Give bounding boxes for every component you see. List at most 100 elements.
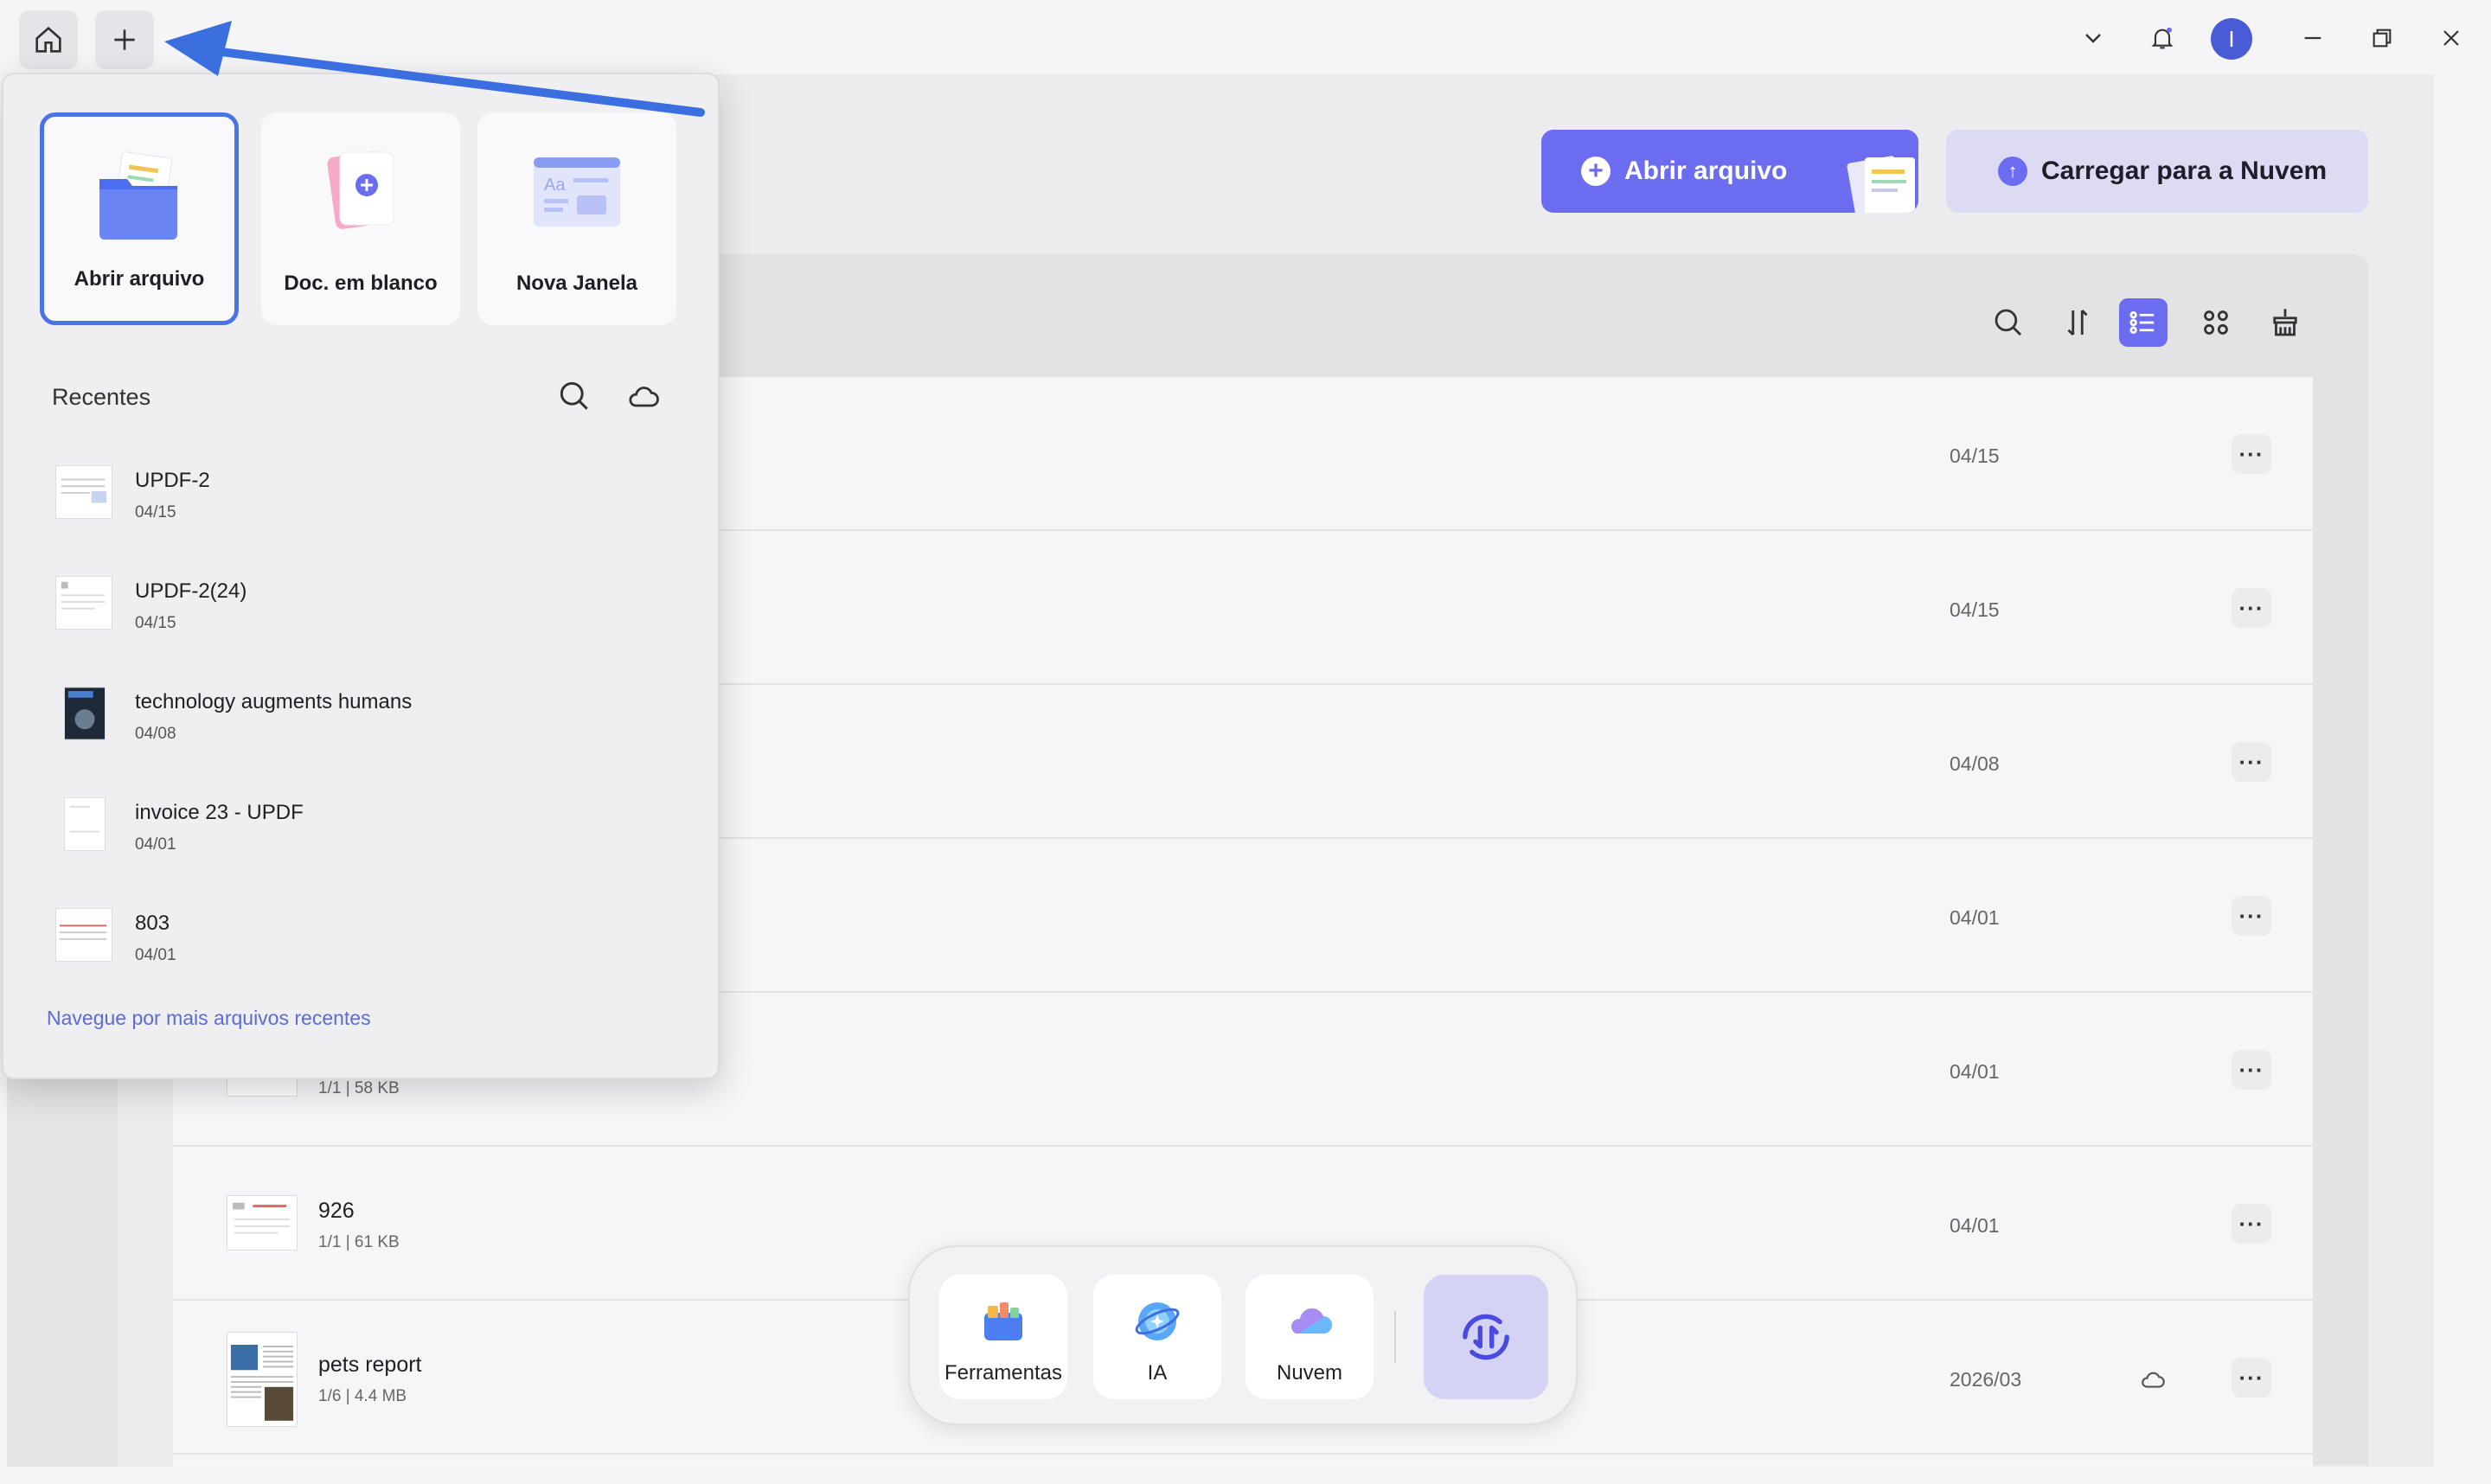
sort-button[interactable] [2053, 298, 2102, 347]
cloud-icon[interactable] [624, 377, 663, 415]
recent-date: 04/08 [135, 725, 176, 743]
blank-doc-card[interactable]: Doc. em blanco [261, 112, 460, 325]
list-view-button[interactable] [2119, 298, 2168, 347]
file-thumbnail [227, 1195, 298, 1251]
tools-label: Ferramentas [944, 1361, 1063, 1385]
ai-icon [1135, 1302, 1180, 1340]
recent-date: 04/15 [135, 614, 176, 632]
recent-title: Recentes [52, 384, 151, 410]
list-view-icon [2129, 311, 2155, 334]
recent-date: 04/15 [135, 503, 176, 521]
grid-view-icon [2204, 310, 2228, 335]
convert-button[interactable] [1424, 1275, 1548, 1399]
ai-label: IA [1147, 1361, 1168, 1385]
recent-thumbnail [64, 687, 106, 740]
file-date: 04/08 [1950, 752, 2000, 775]
more-options-button[interactable]: ··· [2232, 588, 2271, 628]
home-icon [35, 26, 61, 53]
dock-divider [1394, 1311, 1396, 1363]
browse-more-link[interactable]: Navegue por mais arquivos recentes [47, 1007, 371, 1030]
file-name: pets report [318, 1353, 422, 1377]
bell-icon [2151, 27, 2174, 49]
cloud-dock-button[interactable]: Nuvem [1246, 1275, 1374, 1399]
recent-name: 803 [135, 912, 170, 935]
cloud-icon [2142, 1372, 2165, 1388]
upload-cloud-label: Carregar para a Nuvem [2041, 157, 2328, 185]
dropdown-button[interactable] [2074, 19, 2112, 57]
svg-text:Aa: Aa [544, 176, 566, 195]
notification-button[interactable] [2143, 19, 2181, 57]
recent-name: UPDF-2 [135, 469, 210, 492]
open-file-card[interactable]: Abrir arquivo [40, 112, 239, 325]
plus-icon [114, 29, 135, 50]
more-options-button[interactable]: ··· [2232, 1204, 2271, 1244]
more-options-button[interactable]: ··· [2232, 742, 2271, 782]
file-meta: 1/1 | 61 KB [318, 1233, 400, 1251]
close-button[interactable] [2432, 19, 2470, 57]
file-date: 04/01 [1950, 1060, 2000, 1083]
toolbox-icon [984, 1302, 1022, 1340]
documents-icon [1847, 156, 1915, 213]
more-options-button[interactable]: ··· [2232, 1358, 2271, 1398]
new-window-card[interactable]: Aa Nova Janela [477, 112, 676, 325]
broom-icon [2273, 309, 2297, 336]
open-file-card-label: Abrir arquivo [74, 267, 205, 291]
sort-icon [2067, 310, 2088, 336]
recent-date: 04/01 [135, 835, 176, 854]
folder-icon [99, 151, 177, 240]
file-date: 2026/03 [1950, 1368, 2022, 1391]
clean-button[interactable] [2261, 298, 2309, 347]
file-date: 04/15 [1950, 598, 2000, 621]
open-file-button[interactable]: + Abrir arquivo [1541, 130, 1918, 213]
window-icon: Aa [534, 157, 620, 227]
recent-thumbnail [64, 797, 106, 851]
title-bar: I [0, 0, 2491, 74]
file-meta: 1/1 | 58 KB [318, 1079, 400, 1097]
grid-view-button[interactable] [2192, 298, 2240, 347]
minimize-icon [2304, 36, 2321, 40]
more-options-button[interactable]: ··· [2232, 1050, 2271, 1090]
recent-name: UPDF-2(24) [135, 579, 247, 603]
open-file-label: Abrir arquivo [1624, 157, 1788, 185]
recent-item[interactable]: invoice 23 - UPDF 04/01 [55, 797, 678, 892]
search-icon[interactable] [555, 377, 593, 415]
recent-item[interactable]: technology augments humans 04/08 [55, 687, 678, 782]
ai-button[interactable]: IA [1093, 1275, 1221, 1399]
recent-thumbnail [55, 908, 112, 962]
minimize-button[interactable] [2294, 19, 2332, 57]
recent-name: invoice 23 - UPDF [135, 801, 304, 824]
recent-item[interactable]: UPDF-2(24) 04/15 [55, 576, 678, 671]
recent-name: technology augments humans [135, 690, 413, 713]
avatar[interactable]: I [2211, 18, 2252, 60]
plus-circle-icon: + [1581, 157, 1611, 186]
more-options-button[interactable]: ··· [2232, 896, 2271, 936]
cloud-label: Nuvem [1276, 1361, 1343, 1385]
new-tab-button[interactable] [95, 10, 154, 69]
upload-icon: ↑ [1998, 157, 2027, 186]
new-window-card-label: Nova Janela [515, 272, 638, 295]
chevron-down-icon [2085, 34, 2101, 43]
bottom-dock: Ferramentas IA Nuvem [908, 1245, 1578, 1425]
cloud-icon [1291, 1308, 1333, 1334]
blank-document-icon [327, 151, 394, 229]
tools-button[interactable]: Ferramentas [939, 1275, 1067, 1399]
file-meta: 1/6 | 4.4 MB [318, 1387, 407, 1405]
search-button[interactable] [1984, 298, 2033, 347]
restore-button[interactable] [2363, 19, 2401, 57]
file-name: 926 [318, 1199, 355, 1223]
convert-icon [1463, 1314, 1509, 1360]
upload-cloud-button[interactable]: ↑ Carregar para a Nuvem [1946, 130, 2368, 213]
file-date: 04/15 [1950, 445, 2000, 467]
home-button[interactable] [19, 10, 78, 69]
restore-icon [2373, 29, 2392, 48]
more-options-button[interactable]: ··· [2232, 434, 2271, 474]
recent-item[interactable]: UPDF-2 04/15 [55, 465, 678, 560]
recent-item[interactable]: 803 04/01 [55, 908, 678, 1003]
search-icon [1995, 309, 2021, 336]
file-thumbnail [227, 1332, 298, 1427]
new-tab-popup: Abrir arquivo Doc. em blanco Aa Nova Jan… [2, 73, 720, 1079]
recent-thumbnail [55, 465, 112, 519]
close-icon [2443, 30, 2459, 46]
file-date: 04/01 [1950, 1214, 2000, 1237]
blank-doc-card-label: Doc. em blanco [284, 272, 438, 295]
